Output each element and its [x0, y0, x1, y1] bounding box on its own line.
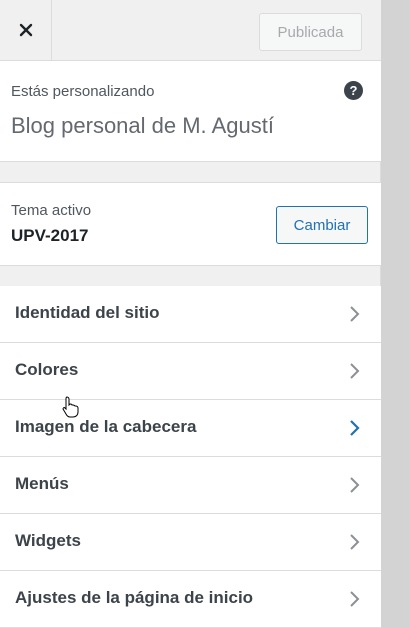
menu-item-label: Imagen de la cabecera [15, 417, 197, 436]
menu-item-header-image[interactable]: Imagen de la cabecera [0, 400, 381, 457]
active-theme-label: Tema activo [11, 202, 92, 219]
chevron-right-icon [350, 534, 360, 550]
menu-item-site-identity[interactable]: Identidad del sitio [0, 286, 381, 343]
help-icon[interactable]: ? [344, 81, 363, 100]
menu-item-widgets[interactable]: Widgets [0, 514, 381, 571]
chevron-right-icon [350, 306, 360, 322]
customizing-label: Estás personalizando [11, 83, 155, 100]
menu-item-label: Menús [15, 474, 69, 493]
customizing-info: Estás personalizando Blog personal de M.… [0, 61, 381, 162]
active-theme-name: UPV-2017 [11, 226, 89, 245]
close-icon [19, 23, 32, 37]
scrollbar[interactable] [381, 0, 409, 628]
publish-button[interactable]: Publicada [259, 13, 362, 51]
active-theme-section: Tema activo UPV-2017 Cambiar [0, 182, 381, 266]
customizer-header: Publicada [0, 0, 381, 61]
customizer-panel: Publicada Estás personalizando Blog pers… [0, 0, 381, 628]
menu-item-colors[interactable]: Colores [0, 343, 381, 400]
menu-item-homepage-settings[interactable]: Ajustes de la página de inicio [0, 571, 381, 628]
menu-item-label: Colores [15, 360, 79, 379]
menu-item-menus[interactable]: Menús [0, 457, 381, 514]
change-theme-button[interactable]: Cambiar [276, 206, 368, 244]
close-button[interactable] [0, 0, 52, 60]
menu-item-label: Widgets [15, 531, 81, 550]
hand-cursor-icon [62, 396, 79, 418]
menu-item-label: Ajustes de la página de inicio [15, 588, 254, 607]
chevron-right-icon [350, 591, 360, 607]
menu-item-label: Identidad del sitio [15, 303, 160, 322]
chevron-right-icon [350, 420, 360, 436]
site-title: Blog personal de M. Agustí [11, 113, 274, 138]
chevron-right-icon [350, 363, 360, 379]
chevron-right-icon [350, 477, 360, 493]
customizer-menu: Identidad del sitio Colores Imagen de la… [0, 286, 381, 628]
